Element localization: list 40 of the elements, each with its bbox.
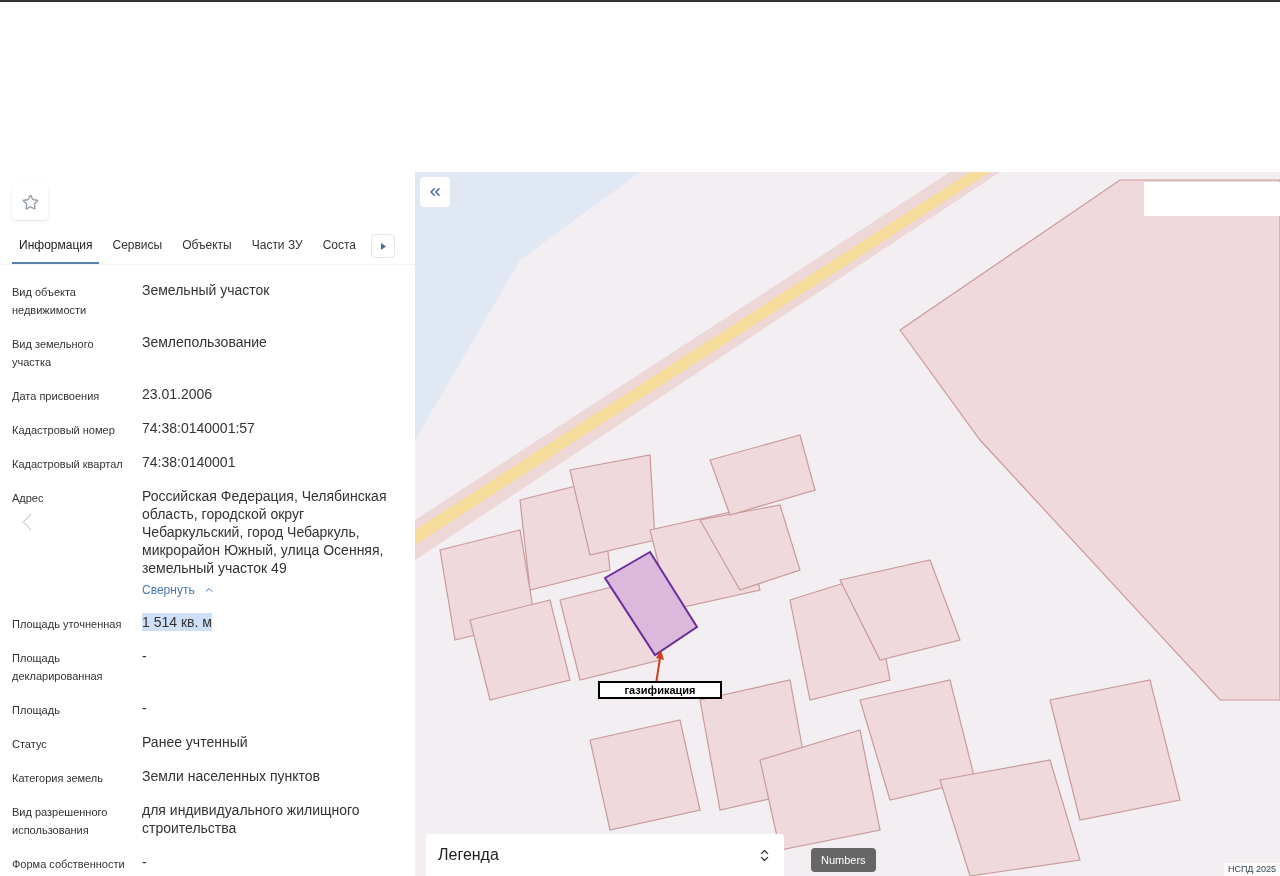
field-value: - — [142, 853, 147, 871]
star-icon — [21, 193, 39, 211]
field-label: Кадастровый номер — [12, 423, 116, 438]
tooltip: Numbers — [811, 847, 876, 872]
field-label: Дата присвоения — [12, 389, 101, 404]
tab[interactable]: Части ЗУ — [244, 228, 310, 264]
field-value: - — [142, 647, 147, 665]
field-label: Кадастровый квартал — [12, 457, 124, 472]
legend-select[interactable]: Легенда — [426, 834, 784, 876]
annotation-label: газификация — [598, 681, 722, 699]
tab[interactable]: Сервисы — [105, 228, 170, 264]
field-value: Ранее учтенный — [142, 733, 248, 751]
field-value: Землепользование — [142, 333, 267, 351]
collapse-panel-button[interactable] — [420, 177, 450, 207]
tab[interactable]: Объекты — [175, 228, 239, 264]
field-value: Земельный участок — [142, 281, 270, 299]
field-label: Площадь — [12, 703, 61, 718]
field-value: 74:38:0140001 — [142, 453, 236, 471]
scroll-tabs-button[interactable] — [371, 234, 396, 258]
field-label: Статус — [12, 737, 48, 752]
field-label: Площадь уточненная — [12, 617, 123, 632]
field-value: 23.01.2006 — [142, 385, 213, 403]
favorite-button[interactable] — [12, 184, 48, 220]
tab[interactable]: Информация — [12, 228, 100, 264]
caret-icon — [380, 242, 386, 250]
field-label: Вид земельного участка — [12, 337, 95, 370]
field-value: 1 514 кв. м — [142, 613, 212, 631]
field-label: Форма собственности — [12, 857, 126, 872]
field-label: Вид разрешенного использования — [12, 805, 109, 838]
field-label: Адрес — [12, 491, 45, 506]
field-value: для индивидуального жилищного строительства — [142, 801, 361, 837]
field-value: Земли населенных пунктов — [142, 767, 321, 785]
field-value: 74:38:0140001:57 — [142, 419, 255, 437]
collapse-link[interactable]: Свернуть — [142, 581, 215, 599]
field-value: - — [142, 699, 147, 717]
field-label: Категория земель — [12, 771, 104, 786]
tab[interactable]: Соста — [315, 228, 364, 264]
field-value: Российская Федерация, Челябинская область, городской округ Чебаркульский, город Чебаркуль, микрорайон Южный, улица Осенняя, земельный участок 49 — [142, 487, 388, 577]
field-label: Площадь декларированная — [12, 651, 104, 684]
field-label: Вид объекта недвижимости — [12, 285, 88, 318]
